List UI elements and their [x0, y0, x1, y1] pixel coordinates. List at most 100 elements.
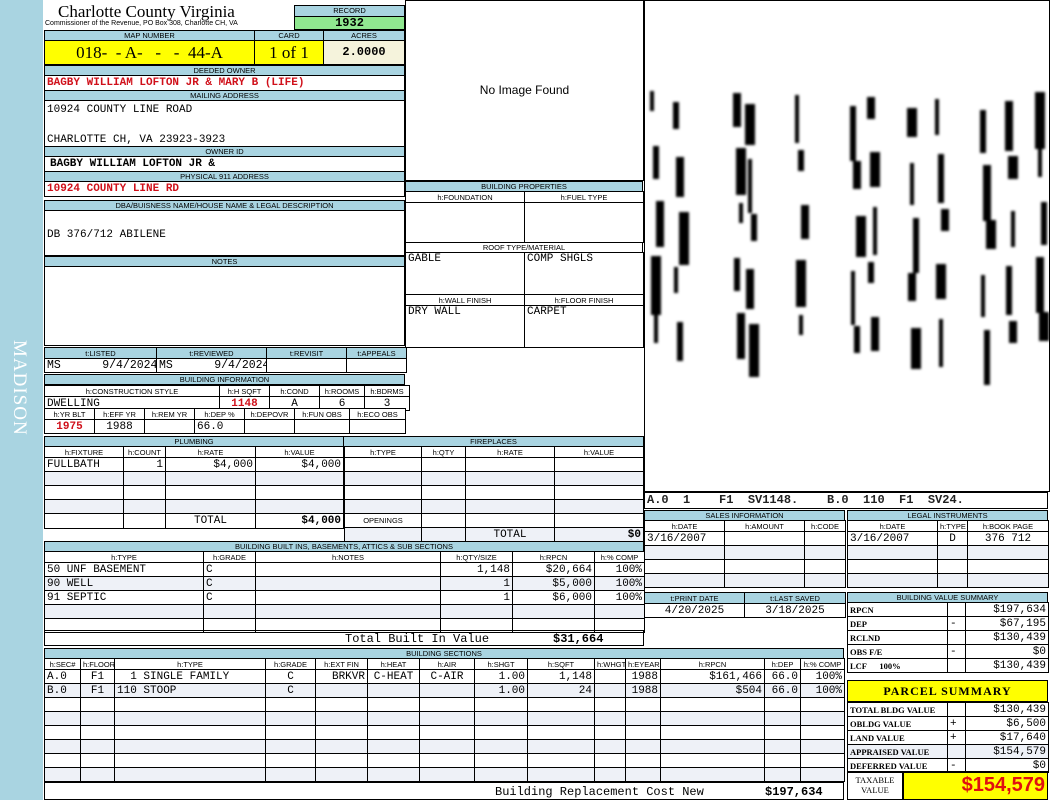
builtins-cell: $6,000: [512, 590, 595, 605]
builtins-cell: [255, 562, 441, 577]
sections-row: h:SEC# h:FLOOR h:TYPE h:GRADE h:EXT FIN h:HEA…: [44, 658, 845, 670]
sketch-bar: [737, 313, 745, 359]
fireplaces-cell: [554, 513, 644, 528]
bldg2-cell: [294, 419, 350, 434]
sketch-bar: [651, 256, 661, 315]
bvs-cell: $130,439: [965, 630, 1049, 645]
sketch-bar: [907, 108, 917, 137]
sales-cell: [644, 559, 725, 574]
bldg1-header: h:H SQFT: [219, 385, 270, 397]
page-subtitle: Commissioner of the Revenue, PO Box 308,…: [45, 20, 238, 27]
builtins-cell: 100%: [594, 590, 645, 605]
sections-cell: [315, 711, 368, 726]
sketch-bar: [941, 209, 949, 231]
sketch-bar: [798, 150, 804, 171]
fireplaces-cell: [421, 457, 466, 472]
plumbing-header: h:FIXTURE: [44, 446, 124, 458]
sales-cell: [644, 573, 725, 588]
sections-cell: [419, 725, 475, 740]
sketch-bar: [850, 106, 856, 161]
legalinst-cell: [847, 545, 938, 560]
legalinst-cell: [847, 573, 938, 588]
sketch-bar: [1011, 211, 1015, 247]
sections-cell: $161,466: [660, 669, 765, 684]
sections-header: h:GRADE: [265, 658, 316, 670]
sales-cell: [804, 531, 846, 546]
sales-row: [644, 573, 846, 588]
sales-cell: [804, 545, 846, 560]
fireplaces-cell: [554, 457, 644, 472]
sections-cell: [367, 725, 420, 740]
sections-cell: [527, 725, 595, 740]
sections-header: h:HEAT: [367, 658, 420, 670]
bvs-row: DEP - $67,195: [847, 616, 1049, 631]
fireplaces-header: h:TYPE: [344, 446, 422, 458]
sections-cell: [527, 697, 595, 712]
sales-cell: [644, 545, 725, 560]
sections-cell: [419, 753, 475, 768]
sections-cell: C: [265, 683, 316, 698]
builtin-total-value: $31,664: [553, 632, 604, 646]
acres-value: 2.0000: [323, 40, 405, 65]
props1-cell: [524, 202, 644, 243]
legalinst-cell: [967, 573, 1049, 588]
parcel_summary-row: APPRAISED VALUE $154,579: [847, 744, 1049, 759]
sections-row: A.0 F1 1 SINGLE FAMILY C BRKVR C-HEAT C-AIR 1.…: [44, 669, 845, 684]
sections-cell: [44, 725, 81, 740]
sales-row: 3/16/2007: [644, 531, 846, 546]
plumbing-row: h:FIXTURE h:COUNT h:RATE h:VALUE: [44, 446, 344, 458]
legalinst-row: h:DATE h:TYPE h:BOOK PAGE: [847, 520, 1049, 532]
sections-cell: B.0: [44, 683, 81, 698]
fireplaces-cell: [421, 471, 466, 486]
builtins-row: [44, 604, 645, 619]
plumbing-table: h:FIXTURE h:COUNT h:RATE h:VALUE FULLBATH 1 $4…: [44, 446, 344, 529]
props1-header: h:FUEL TYPE: [524, 191, 644, 203]
sections-cell: [114, 725, 266, 740]
builtins-row: 50 UNF BASEMENT C 1,148 $20,664 100%: [44, 562, 645, 577]
sections-cell: [625, 739, 661, 754]
bldg1-header: h:ROOMS: [319, 385, 365, 397]
sections-cell: [625, 697, 661, 712]
bvs-cell: LCF 100%: [847, 658, 948, 673]
bvs-cell: -: [947, 644, 966, 659]
sections-row: B.0 F1 110 STOOP C 1.00 24 1988 $504 66.0 100%: [44, 683, 845, 698]
sections-table: h:SEC# h:FLOOR h:TYPE h:GRADE h:EXT FIN h:HEA…: [44, 658, 845, 782]
sections-cell: [527, 753, 595, 768]
sketch-area: [644, 0, 1050, 492]
props3-cell: DRY WALL: [405, 305, 525, 348]
sections-cell: BRKVR: [315, 669, 368, 684]
plumbing-cell: [255, 471, 344, 486]
dates-table: t:PRINT DATE t:LAST SAVED 4/20/2025 3/18/20…: [644, 592, 846, 618]
sketch-bar: [984, 330, 990, 385]
sketch-bar: [851, 271, 855, 325]
sections-cell: [80, 753, 115, 768]
sections-cell: [594, 725, 626, 740]
sections-cell: [474, 697, 528, 712]
props3-table: h:WALL FINISH h:FLOOR FINISH DRY WALL CARPE…: [405, 294, 644, 348]
sales-cell: [724, 545, 805, 560]
bldg2-header: h:DEPOVR: [244, 408, 295, 420]
sketch-bar: [935, 99, 939, 135]
sections-cell: [44, 753, 81, 768]
bldg1-header: h:CONSTRUCTION STYLE: [44, 385, 220, 397]
bvs-row: OBS F/E - $0: [847, 644, 1049, 659]
sections-cell: [419, 767, 475, 782]
props1-table: h:FOUNDATION h:FUEL TYPE: [405, 191, 644, 243]
sections-cell: [800, 711, 845, 726]
builtins-cell: 91 SEPTIC: [44, 590, 204, 605]
plumbing-row: [44, 485, 344, 500]
sections-cell: [265, 697, 316, 712]
builtins-cell: $5,000: [512, 576, 595, 591]
physical-address: 10924 COUNTY LINE RD: [44, 181, 405, 197]
bldg2-table: h:YR BLT h:EFF YR h:REM YR h:DEP % h:DEPOVR h…: [44, 408, 406, 434]
sketch-bar: [746, 269, 754, 309]
bldg2-row: 1975 1988 66.0: [44, 419, 406, 434]
sections-cell: [474, 739, 528, 754]
parcel_summary-cell: OBLDG VALUE: [847, 716, 948, 731]
fireplaces-cell: [344, 499, 422, 514]
sections-cell: [800, 725, 845, 740]
sketch-bar: [736, 148, 746, 195]
bvs-cell: [947, 602, 966, 617]
listed-row: MS 9/4/2024 MS 9/4/2024: [44, 358, 407, 373]
builtins-cell: [594, 604, 645, 619]
